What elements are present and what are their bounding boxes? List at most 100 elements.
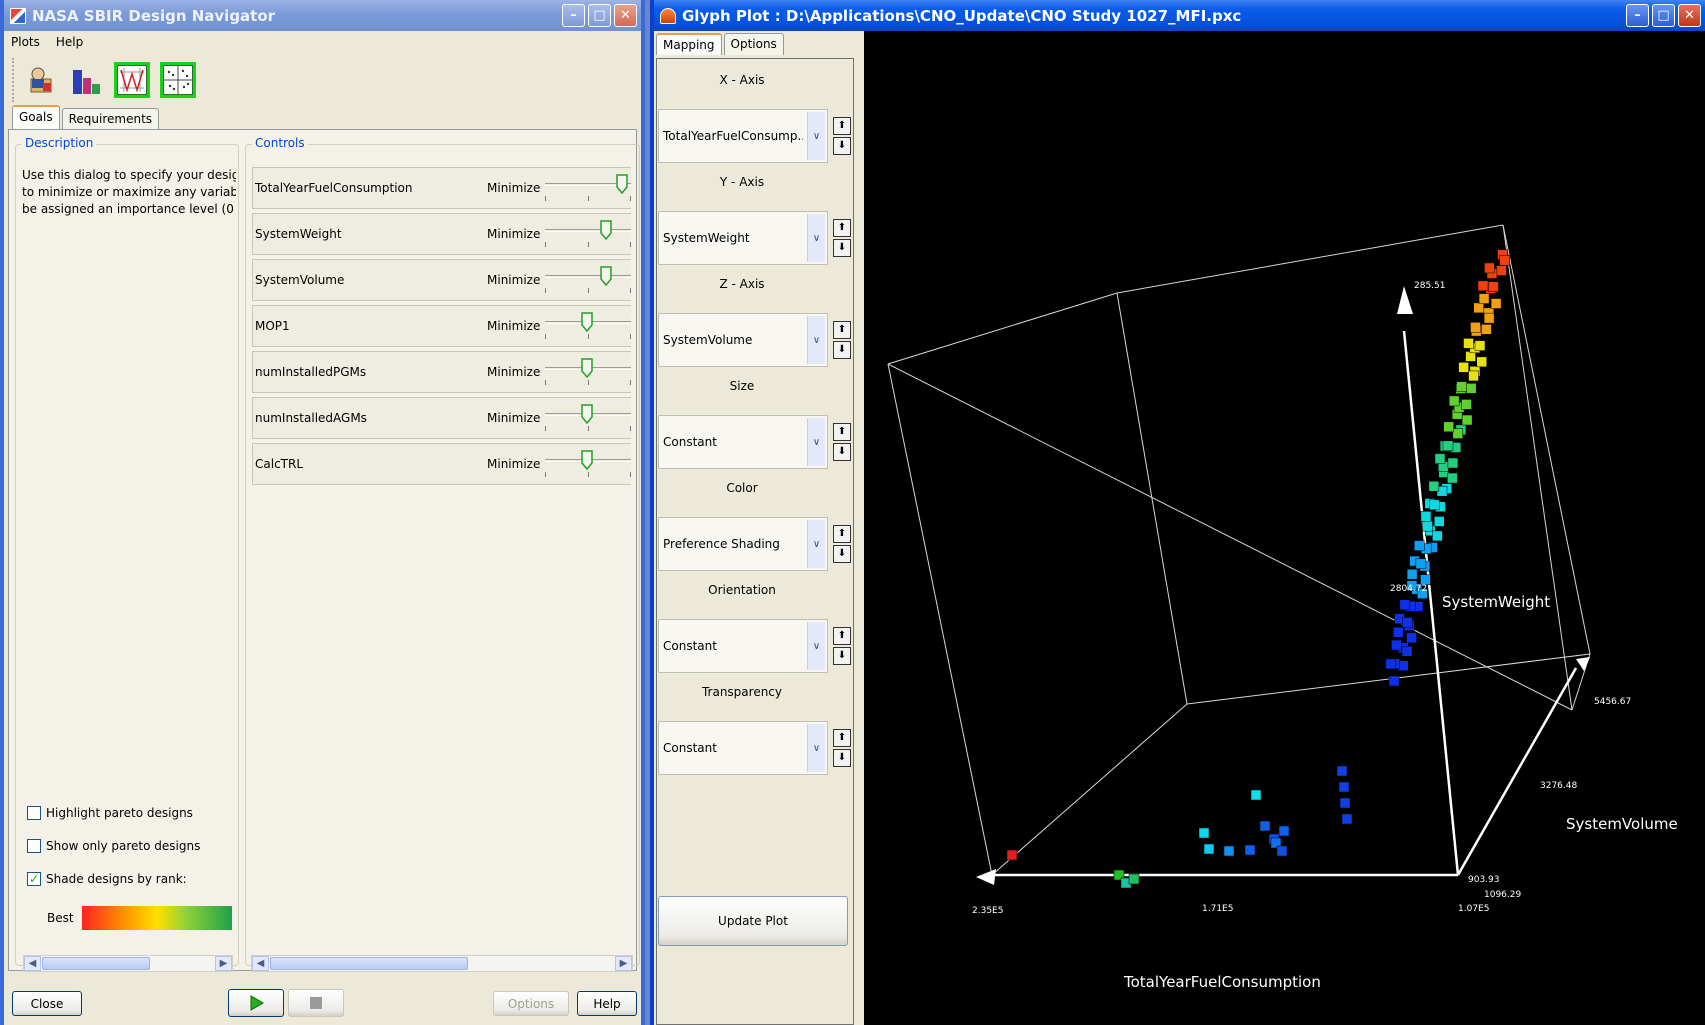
description-hscrollbar[interactable]: ◀ ▶ bbox=[23, 955, 233, 972]
tab-requirements[interactable]: Requirements bbox=[61, 108, 160, 129]
goal-mode-label[interactable]: Minimize bbox=[487, 273, 540, 287]
menu-help[interactable]: Help bbox=[56, 35, 83, 49]
goal-mode-label[interactable]: Minimize bbox=[487, 181, 540, 195]
move-up-icon[interactable]: ⬆ bbox=[833, 423, 851, 441]
maximize-button[interactable]: □ bbox=[588, 4, 611, 27]
mapping-combo[interactable]: SystemVolume ∨ bbox=[658, 313, 828, 367]
close-window-button[interactable]: ✕ bbox=[614, 4, 637, 27]
tab-goals[interactable]: Goals bbox=[12, 105, 60, 129]
stop-button[interactable] bbox=[288, 989, 344, 1017]
highlight-pareto-checkbox[interactable] bbox=[27, 805, 41, 820]
scroll-thumb[interactable] bbox=[42, 957, 150, 970]
move-up-icon[interactable]: ⬆ bbox=[833, 117, 851, 135]
options-button[interactable]: Options bbox=[493, 991, 569, 1016]
goals-tabs: Goals Requirements bbox=[12, 105, 161, 129]
mapping-combo[interactable]: TotalYearFuelConsump... ∨ bbox=[658, 109, 828, 163]
plot-canvas[interactable]: 2.35E5 1.71E5 1.07E5 285.51 2804.72 903.93 109… bbox=[864, 31, 1705, 1025]
mapping-combo[interactable]: Preference Shading ∨ bbox=[658, 517, 828, 571]
scroll-thumb[interactable] bbox=[270, 957, 468, 970]
glyph-plot-titlebar[interactable]: Glyph Plot : D:\Applications\CNO_Update\… bbox=[654, 0, 1705, 31]
goal-mode-label[interactable]: Minimize bbox=[487, 457, 540, 471]
move-down-icon[interactable]: ⬇ bbox=[833, 545, 851, 563]
scroll-left-arrow-icon[interactable]: ◀ bbox=[24, 956, 41, 971]
minimize-button[interactable]: – bbox=[562, 4, 585, 27]
importance-slider-thumb[interactable] bbox=[580, 312, 593, 332]
move-up-icon[interactable]: ⬆ bbox=[833, 219, 851, 237]
show-only-pareto-checkbox-row[interactable]: Show only pareto designs bbox=[27, 829, 200, 862]
move-down-icon[interactable]: ⬇ bbox=[833, 341, 851, 359]
importance-slider-track[interactable] bbox=[545, 275, 631, 278]
close-window-button[interactable]: ✕ bbox=[1678, 4, 1701, 27]
move-up-icon[interactable]: ⬆ bbox=[833, 525, 851, 543]
importance-slider-thumb[interactable] bbox=[580, 358, 593, 378]
x-tick-label: 2.35E5 bbox=[972, 906, 1003, 916]
scroll-right-arrow-icon[interactable]: ▶ bbox=[215, 956, 232, 971]
mapping-panel: Update Plot X - Axis TotalYearFuelConsump… bbox=[656, 58, 854, 1025]
design-glyph bbox=[1128, 873, 1140, 885]
goal-mode-label[interactable]: Minimize bbox=[487, 365, 540, 379]
importance-slider-thumb[interactable] bbox=[600, 220, 613, 240]
scroll-right-arrow-icon[interactable]: ▶ bbox=[615, 956, 632, 971]
cube-edge bbox=[1502, 224, 1573, 711]
goal-mode-label[interactable]: Minimize bbox=[487, 319, 540, 333]
run-button[interactable] bbox=[228, 989, 284, 1017]
design-glyph bbox=[1458, 362, 1469, 373]
importance-slider-thumb[interactable] bbox=[616, 174, 628, 194]
slider-ticks bbox=[545, 334, 631, 339]
line-plot-icon[interactable] bbox=[114, 62, 150, 98]
scatter-matrix-icon[interactable] bbox=[160, 62, 196, 98]
chevron-down-icon[interactable]: ∨ bbox=[807, 622, 825, 670]
glyph-3d-plot[interactable]: 2.35E5 1.71E5 1.07E5 285.51 2804.72 903.93 109… bbox=[864, 31, 1705, 1025]
scroll-left-arrow-icon[interactable]: ◀ bbox=[252, 956, 269, 971]
importance-slider-thumb[interactable] bbox=[580, 404, 593, 424]
chevron-down-icon[interactable]: ∨ bbox=[807, 112, 825, 160]
show-only-pareto-checkbox[interactable] bbox=[27, 838, 41, 853]
mapping-combo[interactable]: Constant ∨ bbox=[658, 619, 828, 673]
design-navigator-titlebar[interactable]: NASA SBIR Design Navigator – □ ✕ bbox=[4, 0, 641, 31]
move-down-icon[interactable]: ⬇ bbox=[833, 239, 851, 257]
help-button[interactable]: Help bbox=[577, 991, 637, 1016]
mapping-combo[interactable]: Constant ∨ bbox=[658, 415, 828, 469]
shade-by-rank-checkbox[interactable]: ✓ bbox=[27, 871, 41, 886]
goal-mode-label[interactable]: Minimize bbox=[487, 411, 540, 425]
move-down-icon[interactable]: ⬇ bbox=[833, 443, 851, 461]
goal-mode-label[interactable]: Minimize bbox=[487, 227, 540, 241]
tab-mapping[interactable]: Mapping bbox=[656, 33, 722, 55]
z-tick-label: 5456.67 bbox=[1594, 697, 1631, 707]
bar-chart-icon[interactable] bbox=[68, 62, 104, 98]
mapping-combo[interactable]: Constant ∨ bbox=[658, 721, 828, 775]
chevron-down-icon[interactable]: ∨ bbox=[807, 418, 825, 466]
highlight-pareto-checkbox-row[interactable]: Highlight pareto designs bbox=[27, 796, 200, 829]
chevron-down-icon[interactable]: ∨ bbox=[807, 724, 825, 772]
design-glyph bbox=[1432, 530, 1443, 542]
move-down-icon[interactable]: ⬇ bbox=[833, 647, 851, 665]
y-tick-label: 2804.72 bbox=[1390, 584, 1427, 594]
user-map-icon[interactable] bbox=[22, 62, 58, 98]
importance-slider-thumb[interactable] bbox=[580, 450, 593, 470]
z-axis-title: SystemVolume bbox=[1566, 815, 1678, 833]
menu-plots[interactable]: Plots bbox=[11, 35, 40, 49]
chevron-down-icon[interactable]: ∨ bbox=[807, 316, 825, 364]
shade-by-rank-checkbox-row[interactable]: ✓ Shade designs by rank: bbox=[27, 862, 200, 895]
move-down-icon[interactable]: ⬇ bbox=[833, 749, 851, 767]
move-down-icon[interactable]: ⬇ bbox=[833, 137, 851, 155]
tab-options[interactable]: Options bbox=[723, 33, 784, 55]
move-up-icon[interactable]: ⬆ bbox=[833, 627, 851, 645]
update-plot-button[interactable]: Update Plot bbox=[658, 896, 848, 946]
minimize-button[interactable]: – bbox=[1626, 4, 1649, 27]
design-glyph bbox=[1456, 381, 1467, 392]
x-axis-arrowhead-icon bbox=[976, 869, 996, 885]
maximize-button[interactable]: □ bbox=[1652, 4, 1675, 27]
importance-slider-track[interactable] bbox=[545, 229, 631, 232]
design-glyph bbox=[1428, 480, 1440, 492]
mapping-combo[interactable]: SystemWeight ∨ bbox=[658, 211, 828, 265]
move-up-icon[interactable]: ⬆ bbox=[833, 729, 851, 747]
mapping-label: Orientation bbox=[708, 583, 776, 597]
importance-slider-thumb[interactable] bbox=[600, 266, 613, 286]
close-button[interactable]: Close bbox=[12, 991, 82, 1016]
chevron-down-icon[interactable]: ∨ bbox=[807, 214, 825, 262]
chevron-down-icon[interactable]: ∨ bbox=[807, 520, 825, 568]
glyph-tabs: Mapping Options bbox=[654, 31, 786, 55]
controls-hscrollbar[interactable]: ◀ ▶ bbox=[251, 955, 633, 972]
move-up-icon[interactable]: ⬆ bbox=[833, 321, 851, 339]
